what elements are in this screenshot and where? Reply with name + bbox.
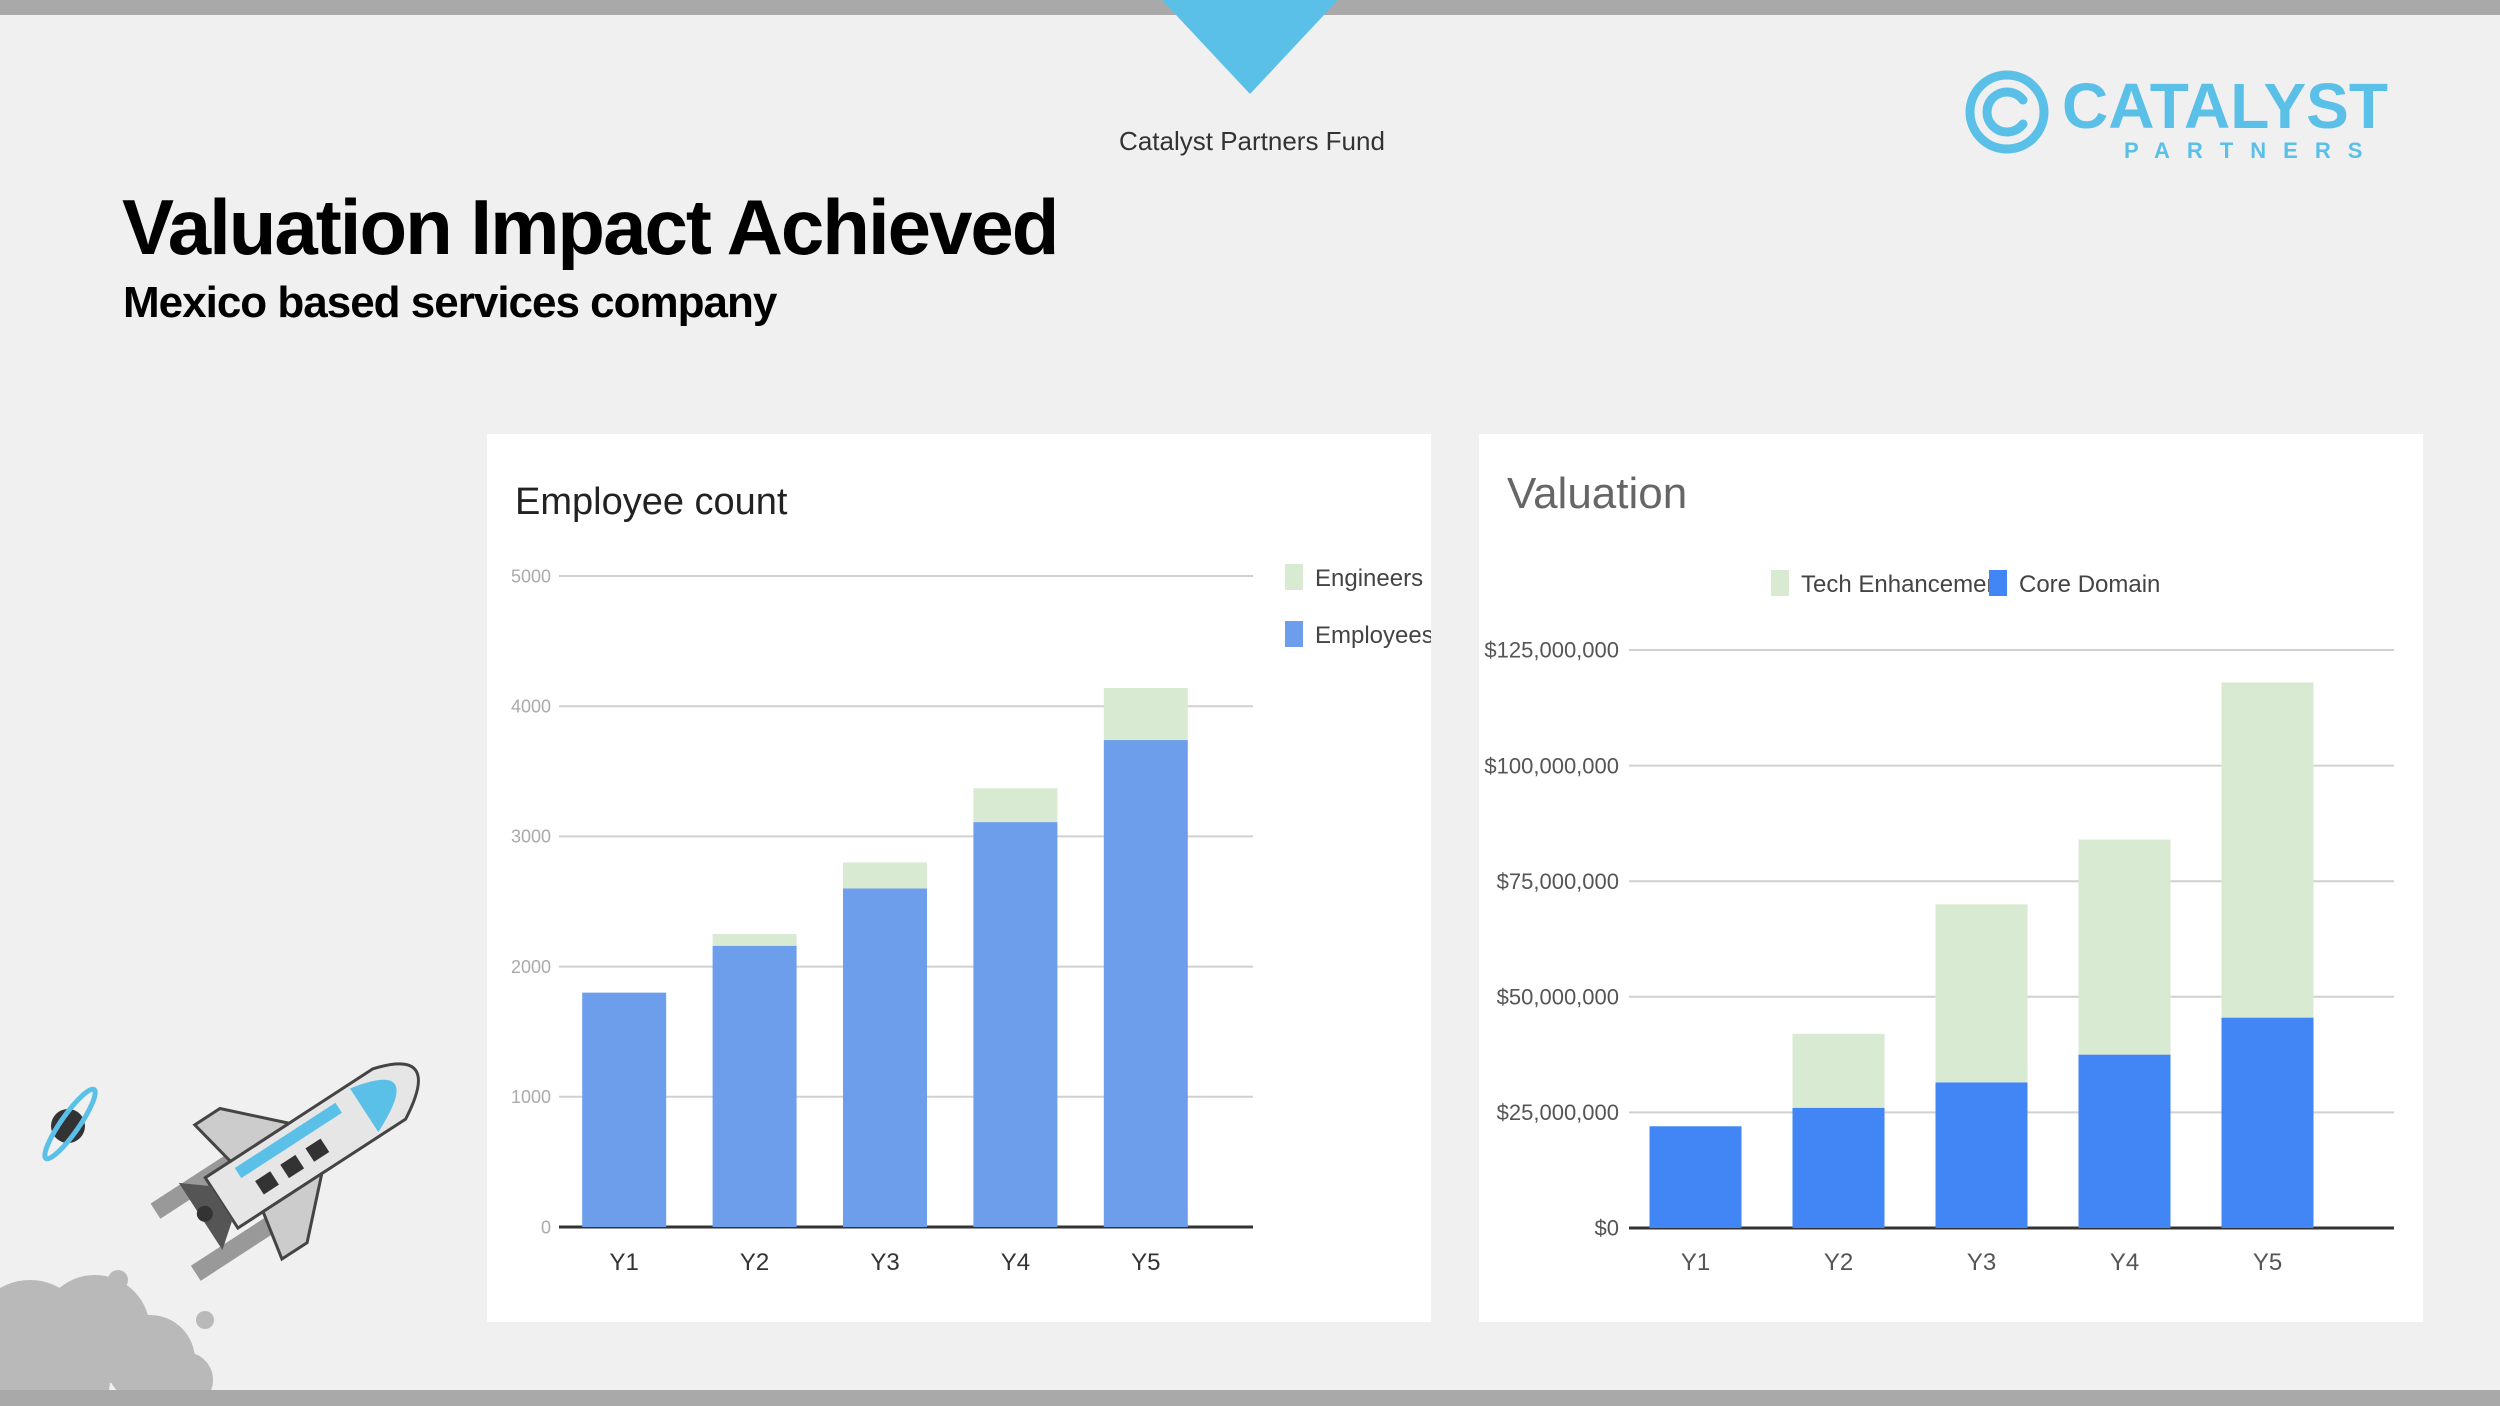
slide-subtitle: Mexico based services company (123, 278, 777, 327)
notch-triangle (1162, 0, 1338, 94)
x-tick-label: Y1 (610, 1249, 639, 1276)
bottom-accent-bar (0, 1390, 2500, 1406)
smoke-cloud-icon (0, 1270, 214, 1392)
legend-label: Engineers (1315, 565, 1423, 592)
bar-employees (973, 822, 1058, 1227)
bar-engineers (712, 934, 797, 946)
x-tick-label: Y4 (2110, 1249, 2139, 1276)
x-tick-label: Y2 (740, 1249, 769, 1276)
y-tick-label: $50,000,000 (1497, 985, 1619, 1010)
logo-sub: PARTNERS (2124, 138, 2379, 163)
legend-swatch (1285, 564, 1303, 590)
bar-core-domain (1792, 1107, 1885, 1228)
bar-core-domain (2221, 1017, 2314, 1228)
y-tick-label: 4000 (511, 697, 551, 717)
legend-swatch (1285, 621, 1303, 647)
bar-core-domain (1935, 1082, 2028, 1228)
valuation-chart-card: Valuation $0 $25,000,000 $50,000,000 $75,000… (1479, 434, 2423, 1322)
y-tick-label: 1000 (511, 1087, 551, 1107)
bar-employees (1103, 740, 1188, 1227)
bar-engineers (973, 788, 1058, 823)
valuation-chart: Valuation $0 $25,000,000 $50,000,000 $75,000… (1484, 469, 2394, 1276)
legend-label: Tech Enhancement (1801, 571, 2007, 598)
bar-engineers (843, 862, 927, 889)
legend-label: Employees (1315, 622, 1431, 649)
y-tick-label: 5000 (511, 566, 551, 586)
y-tick-label: 0 (541, 1217, 551, 1237)
bar-employees (843, 888, 927, 1227)
bar-employees (582, 992, 667, 1227)
bar-employees (712, 945, 797, 1227)
x-tick-label: Y5 (2253, 1249, 2282, 1276)
employee-count-chart-card: Employee count 0 1000 2000 3000 4000 5000 Y1 Y2 Y… (487, 434, 1431, 1322)
x-tick-label: Y5 (1131, 1249, 1160, 1276)
y-tick-label: $125,000,000 (1484, 638, 1619, 663)
fund-label: Catalyst Partners Fund (1119, 126, 1385, 156)
bar-tech-enhancement (1935, 904, 2028, 1083)
logo-ring-outer (1965, 70, 2049, 154)
x-tick-label: Y4 (1001, 1249, 1030, 1276)
bar-core-domain (1649, 1126, 1742, 1228)
rocket-icon (150, 1062, 420, 1281)
bar-tech-enhancement (1792, 1033, 1885, 1108)
slide-title: Valuation Impact Achieved (122, 183, 1059, 271)
chart-title: Valuation (1507, 469, 1687, 518)
rocket-illustration (0, 1062, 420, 1392)
x-tick-label: Y3 (1967, 1249, 1996, 1276)
catalyst-logo: CATALYST PARTNERS (1965, 70, 2388, 163)
y-tick-label: 3000 (511, 827, 551, 847)
legend-label: Core Domain (2019, 571, 2160, 598)
logo-c-mark (1982, 87, 2028, 137)
x-tick-label: Y1 (1681, 1249, 1710, 1276)
x-tick-label: Y2 (1824, 1249, 1853, 1276)
logo-word: CATALYST (2062, 70, 2388, 142)
chart-title: Employee count (515, 481, 788, 523)
y-tick-label: $0 (1595, 1216, 1619, 1241)
y-tick-label: $75,000,000 (1497, 869, 1619, 894)
bar-tech-enhancement (2221, 682, 2314, 1018)
bar-core-domain (2078, 1054, 2171, 1228)
legend-swatch (1771, 570, 1789, 596)
bar-tech-enhancement (2078, 839, 2171, 1055)
x-tick-label: Y3 (870, 1249, 899, 1276)
y-tick-label: $100,000,000 (1484, 753, 1619, 778)
planet-icon (42, 1086, 98, 1162)
y-tick-label: $25,000,000 (1497, 1100, 1619, 1125)
employee-count-chart: Employee count 0 1000 2000 3000 4000 5000 Y1 Y2 Y… (511, 481, 1431, 1276)
legend-swatch (1989, 570, 2007, 596)
y-tick-label: 2000 (511, 957, 551, 977)
bar-engineers (1103, 687, 1188, 741)
